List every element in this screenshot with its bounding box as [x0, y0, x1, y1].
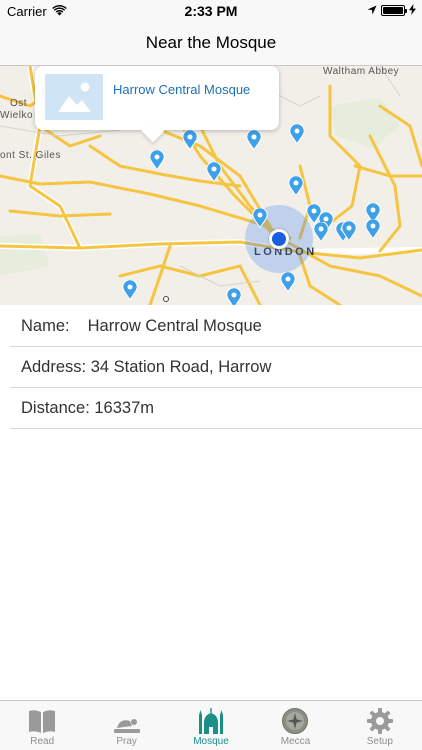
mosque-pin-icon[interactable]	[341, 221, 357, 241]
tab-read-label: Read	[30, 736, 55, 747]
page-title: Near the Mosque	[145, 33, 277, 52]
name-label: Name:	[21, 316, 70, 335]
address-row: Address: 34 Station Road, Harrow	[10, 347, 422, 388]
mosque-pin-icon[interactable]	[122, 280, 138, 300]
mosque-pin-icon[interactable]	[226, 288, 242, 305]
address-text: Address: 34 Station Road, Harrow	[21, 357, 272, 376]
map-label-wielko: Wielko	[0, 110, 34, 121]
status-bar: Carrier 2:33 PM	[0, 0, 422, 22]
compass-icon	[282, 708, 309, 734]
mosque-callout[interactable]: Harrow Central Mosque	[35, 66, 279, 130]
tab-pray[interactable]: Pray	[84, 701, 168, 750]
distance-text: Distance: 16337m	[21, 398, 154, 417]
map-label-ost: Ost	[10, 98, 28, 109]
tab-mecca-label: Mecca	[280, 736, 311, 747]
mosque-pin-icon[interactable]	[149, 150, 165, 170]
mosque-pin-icon[interactable]	[289, 124, 305, 144]
navigation-bar: Near the Mosque	[0, 22, 422, 66]
tab-pray-label: Pray	[116, 736, 137, 747]
charging-bolt-icon	[409, 3, 416, 18]
tab-setup-label: Setup	[366, 736, 393, 747]
mosque-pin-icon[interactable]	[252, 208, 268, 228]
mosque-pin-icon[interactable]	[280, 272, 296, 292]
tab-setup[interactable]: Setup	[338, 701, 422, 750]
tab-mosque-label: Mosque	[193, 736, 229, 747]
mosque-pin-icon[interactable]	[182, 130, 198, 150]
gear-icon	[366, 708, 393, 734]
user-location-dot	[269, 229, 289, 249]
distance-row: Distance: 16337m	[10, 388, 422, 429]
status-time: 2:33 PM	[184, 3, 238, 19]
image-placeholder-icon	[45, 74, 103, 120]
tab-bar: Read Pray Mosque Mecca Setup	[0, 700, 422, 750]
mosque-icon	[199, 708, 224, 734]
map-label-st-giles: ont St. Giles	[0, 150, 61, 161]
mosque-pin-icon[interactable]	[288, 176, 304, 196]
name-value: Harrow Central Mosque	[87, 316, 262, 335]
tab-read[interactable]: Read	[0, 701, 84, 750]
name-row: Name: Harrow Central Mosque	[10, 306, 422, 347]
mosque-pin-icon[interactable]	[206, 162, 222, 182]
status-indicators	[367, 3, 416, 18]
mosque-pin-icon[interactable]	[246, 130, 262, 150]
praying-person-icon	[113, 719, 140, 733]
mosque-pin-icon[interactable]	[313, 222, 329, 242]
book-icon	[29, 710, 56, 733]
tab-mecca[interactable]: Mecca	[253, 701, 337, 750]
map-label-waltham-abbey: Waltham Abbey	[323, 66, 400, 77]
mosque-pin-icon[interactable]	[365, 219, 381, 239]
map-view[interactable]: Waltham Abbey Ost Wielko ont St. Giles L…	[0, 66, 422, 305]
location-arrow-icon	[367, 3, 377, 18]
battery-icon	[381, 5, 407, 16]
callout-title[interactable]: Harrow Central Mosque	[113, 82, 263, 97]
tab-mosque[interactable]: Mosque	[169, 701, 253, 750]
